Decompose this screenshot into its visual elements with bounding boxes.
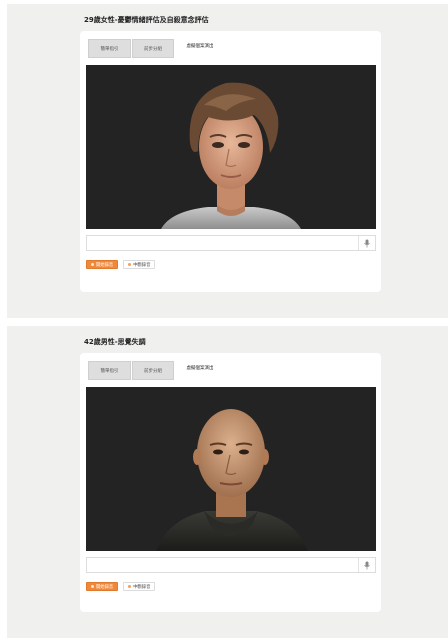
- tab-bar: 簡單指引 前步分組 虛擬個案演出: [88, 39, 222, 58]
- recording-controls: 開始錄音 中斷錄音: [86, 582, 156, 591]
- case-title: 42歲男性-思覺失調: [84, 338, 146, 346]
- tab-guide[interactable]: 簡單指引: [88, 39, 131, 58]
- video-area: [86, 65, 376, 229]
- message-input[interactable]: [86, 235, 376, 251]
- tab-virtual-case[interactable]: 虛擬個案演出: [179, 361, 221, 380]
- case-panel-1: 29歲女性-憂鬱情緒評估及自殺意念評估 簡單指引 前步分組 虛擬個案演出 開始錄…: [7, 4, 448, 318]
- record-icon: [91, 263, 94, 266]
- start-recording-button[interactable]: 開始錄音: [86, 260, 119, 269]
- tab-grouping[interactable]: 前步分組: [132, 361, 174, 380]
- simulation-card: 簡單指引 前步分組 虛擬個案演出 開始錄音 中斷錄音: [80, 353, 381, 612]
- microphone-icon[interactable]: [358, 558, 375, 572]
- case-panel-2: 42歲男性-思覺失調 簡單指引 前步分組 虛擬個案演出 開始錄音 中斷錄音: [7, 326, 448, 638]
- stop-icon: [128, 263, 132, 266]
- case-title: 29歲女性-憂鬱情緒評估及自殺意念評估: [84, 16, 209, 24]
- start-recording-label: 開始錄音: [96, 585, 114, 590]
- start-recording-button[interactable]: 開始錄音: [86, 582, 119, 591]
- video-area: [86, 387, 376, 551]
- stop-recording-label: 中斷錄音: [133, 585, 151, 590]
- stop-recording-label: 中斷錄音: [133, 263, 151, 268]
- microphone-icon[interactable]: [358, 236, 375, 250]
- tab-virtual-case[interactable]: 虛擬個案演出: [179, 39, 221, 58]
- stop-icon: [128, 585, 132, 588]
- female-patient-avatar: [161, 82, 301, 229]
- tab-grouping[interactable]: 前步分組: [132, 39, 174, 58]
- simulation-card: 簡單指引 前步分組 虛擬個案演出 開始錄音 中斷錄音: [80, 31, 381, 292]
- start-recording-label: 開始錄音: [96, 263, 114, 268]
- tab-bar: 簡單指引 前步分組 虛擬個案演出: [88, 361, 222, 380]
- message-input[interactable]: [86, 557, 376, 573]
- stop-recording-button[interactable]: 中斷錄音: [123, 260, 156, 269]
- stop-recording-button[interactable]: 中斷錄音: [123, 582, 156, 591]
- tab-guide[interactable]: 簡單指引: [88, 361, 131, 380]
- recording-controls: 開始錄音 中斷錄音: [86, 260, 156, 269]
- record-icon: [91, 585, 94, 588]
- male-patient-avatar: [156, 409, 308, 551]
